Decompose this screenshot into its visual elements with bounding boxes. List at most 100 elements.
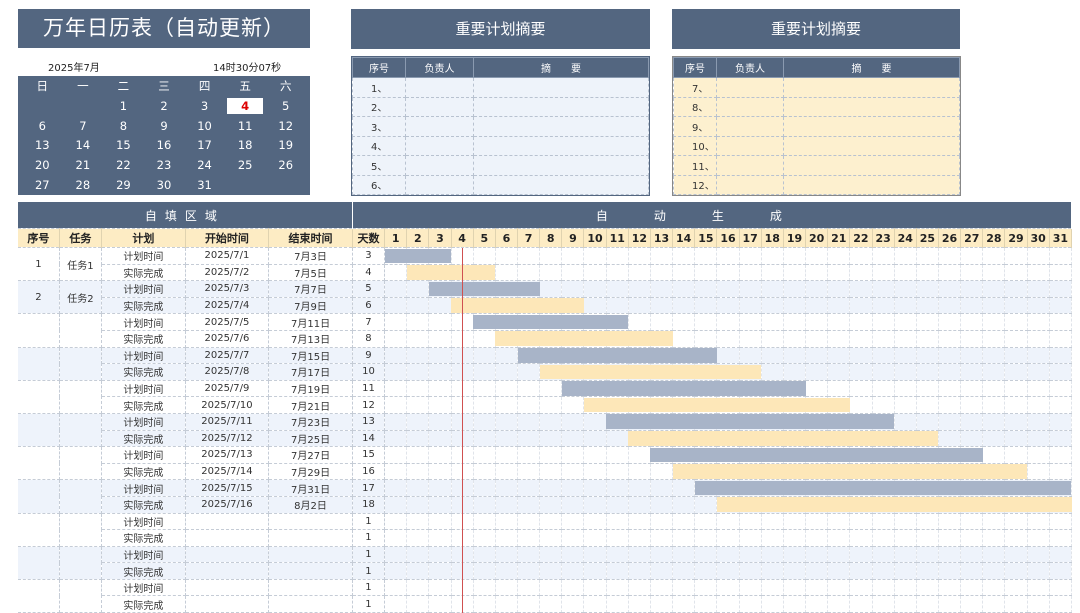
gantt-start-cell[interactable]: 2025/7/9 (185, 380, 270, 398)
calendar-day[interactable]: 24 (184, 155, 225, 175)
gantt-end-cell[interactable]: 7月27日 (268, 446, 353, 464)
gantt-seq-cell[interactable] (18, 546, 60, 580)
calendar-day[interactable]: 13 (22, 136, 63, 156)
gantt-start-cell[interactable] (185, 546, 270, 564)
calendar-day[interactable]: 31 (184, 175, 225, 195)
calendar-day-today[interactable]: 4 (225, 96, 266, 116)
gantt-task-cell[interactable] (59, 313, 103, 348)
calendar-day[interactable]: 26 (265, 155, 306, 175)
gantt-end-cell[interactable]: 7月13日 (268, 330, 353, 348)
calendar-day[interactable]: 6 (22, 116, 63, 136)
gantt-seq-cell[interactable] (18, 380, 60, 414)
calendar-day[interactable]: 27 (22, 175, 63, 195)
summary-text-cell[interactable] (783, 155, 960, 176)
calendar-day[interactable]: 11 (225, 116, 266, 136)
gantt-seq-cell[interactable] (18, 513, 60, 547)
gantt-end-cell[interactable]: 7月11日 (268, 313, 353, 331)
gantt-start-cell[interactable]: 2025/7/14 (185, 463, 270, 481)
gantt-start-cell[interactable]: 2025/7/3 (185, 280, 270, 298)
gantt-end-cell[interactable]: 7月23日 (268, 413, 353, 431)
gantt-start-cell[interactable]: 2025/7/1 (185, 247, 270, 265)
summary-owner-cell[interactable] (405, 155, 474, 176)
calendar-day[interactable]: 23 (144, 155, 185, 175)
gantt-seq-cell[interactable] (18, 479, 60, 514)
calendar-day[interactable]: 20 (22, 155, 63, 175)
gantt-end-cell[interactable]: 7月15日 (268, 347, 353, 365)
calendar-day[interactable]: 3 (184, 96, 225, 116)
summary-owner-cell[interactable] (405, 135, 474, 156)
gantt-start-cell[interactable]: 2025/7/5 (185, 313, 270, 331)
gantt-start-cell[interactable]: 2025/7/15 (185, 479, 270, 497)
gantt-plan-cell[interactable]: 实际完成 (101, 496, 186, 514)
gantt-seq-cell[interactable]: 1 (18, 247, 60, 282)
gantt-end-cell[interactable]: 7月19日 (268, 380, 353, 398)
gantt-end-cell[interactable] (268, 529, 353, 547)
summary-owner-cell[interactable] (716, 77, 784, 98)
gantt-start-cell[interactable] (185, 529, 270, 547)
gantt-start-cell[interactable]: 2025/7/8 (185, 363, 270, 381)
gantt-end-cell[interactable]: 8月2日 (268, 496, 353, 514)
gantt-start-cell[interactable] (185, 579, 270, 597)
summary-text-cell[interactable] (473, 135, 649, 156)
gantt-end-cell[interactable]: 7月3日 (268, 247, 353, 265)
summary-text-cell[interactable] (783, 135, 960, 156)
calendar-day[interactable]: 21 (63, 155, 104, 175)
calendar-day[interactable]: 18 (225, 136, 266, 156)
summary-owner-cell[interactable] (405, 116, 474, 137)
gantt-plan-cell[interactable]: 实际完成 (101, 463, 186, 481)
summary-text-cell[interactable] (783, 77, 960, 98)
gantt-task-cell[interactable] (59, 347, 103, 381)
gantt-start-cell[interactable]: 2025/7/13 (185, 446, 270, 464)
gantt-start-cell[interactable]: 2025/7/16 (185, 496, 270, 514)
gantt-plan-cell[interactable]: 计划时间 (101, 446, 186, 464)
gantt-plan-cell[interactable]: 实际完成 (101, 264, 186, 282)
gantt-end-cell[interactable] (268, 595, 353, 613)
gantt-plan-cell[interactable]: 实际完成 (101, 430, 186, 448)
gantt-plan-cell[interactable]: 计划时间 (101, 513, 186, 531)
gantt-plan-cell[interactable]: 计划时间 (101, 413, 186, 431)
calendar-day[interactable]: 7 (63, 116, 104, 136)
calendar-day[interactable]: 1 (103, 96, 144, 116)
gantt-seq-cell[interactable] (18, 313, 60, 348)
calendar-day[interactable]: 19 (265, 136, 306, 156)
gantt-start-cell[interactable]: 2025/7/6 (185, 330, 270, 348)
summary-text-cell[interactable] (473, 77, 649, 98)
gantt-plan-cell[interactable]: 实际完成 (101, 297, 186, 315)
calendar-day[interactable]: 15 (103, 136, 144, 156)
gantt-end-cell[interactable] (268, 562, 353, 580)
gantt-start-cell[interactable]: 2025/7/2 (185, 264, 270, 282)
summary-owner-cell[interactable] (716, 116, 784, 137)
gantt-plan-cell[interactable]: 计划时间 (101, 347, 186, 365)
gantt-task-cell[interactable] (59, 446, 103, 481)
summary-owner-cell[interactable] (405, 96, 474, 117)
gantt-plan-cell[interactable]: 计划时间 (101, 380, 186, 398)
summary-owner-cell[interactable] (716, 174, 784, 195)
gantt-end-cell[interactable]: 7月5日 (268, 264, 353, 282)
gantt-seq-cell[interactable] (18, 579, 60, 613)
calendar-day[interactable]: 29 (103, 175, 144, 195)
calendar-day[interactable]: 28 (63, 175, 104, 195)
gantt-task-cell[interactable] (59, 413, 103, 448)
summary-text-cell[interactable] (473, 96, 649, 117)
gantt-start-cell[interactable] (185, 562, 270, 580)
gantt-plan-cell[interactable]: 计划时间 (101, 280, 186, 298)
gantt-plan-cell[interactable]: 实际完成 (101, 330, 186, 348)
gantt-start-cell[interactable]: 2025/7/10 (185, 396, 270, 414)
gantt-start-cell[interactable]: 2025/7/4 (185, 297, 270, 315)
gantt-task-cell[interactable] (59, 513, 103, 547)
calendar-day[interactable]: 9 (144, 116, 185, 136)
gantt-plan-cell[interactable]: 实际完成 (101, 595, 186, 613)
gantt-plan-cell[interactable]: 计划时间 (101, 546, 186, 564)
gantt-end-cell[interactable]: 7月9日 (268, 297, 353, 315)
gantt-plan-cell[interactable]: 实际完成 (101, 562, 186, 580)
calendar-day[interactable]: 2 (144, 96, 185, 116)
gantt-end-cell[interactable]: 7月7日 (268, 280, 353, 298)
calendar-day[interactable]: 5 (265, 96, 306, 116)
summary-text-cell[interactable] (473, 155, 649, 176)
gantt-seq-cell[interactable] (18, 413, 60, 448)
gantt-end-cell[interactable] (268, 579, 353, 597)
summary-text-cell[interactable] (783, 116, 960, 137)
calendar-day[interactable]: 30 (144, 175, 185, 195)
gantt-seq-cell[interactable]: 2 (18, 280, 60, 315)
gantt-plan-cell[interactable]: 计划时间 (101, 247, 186, 265)
